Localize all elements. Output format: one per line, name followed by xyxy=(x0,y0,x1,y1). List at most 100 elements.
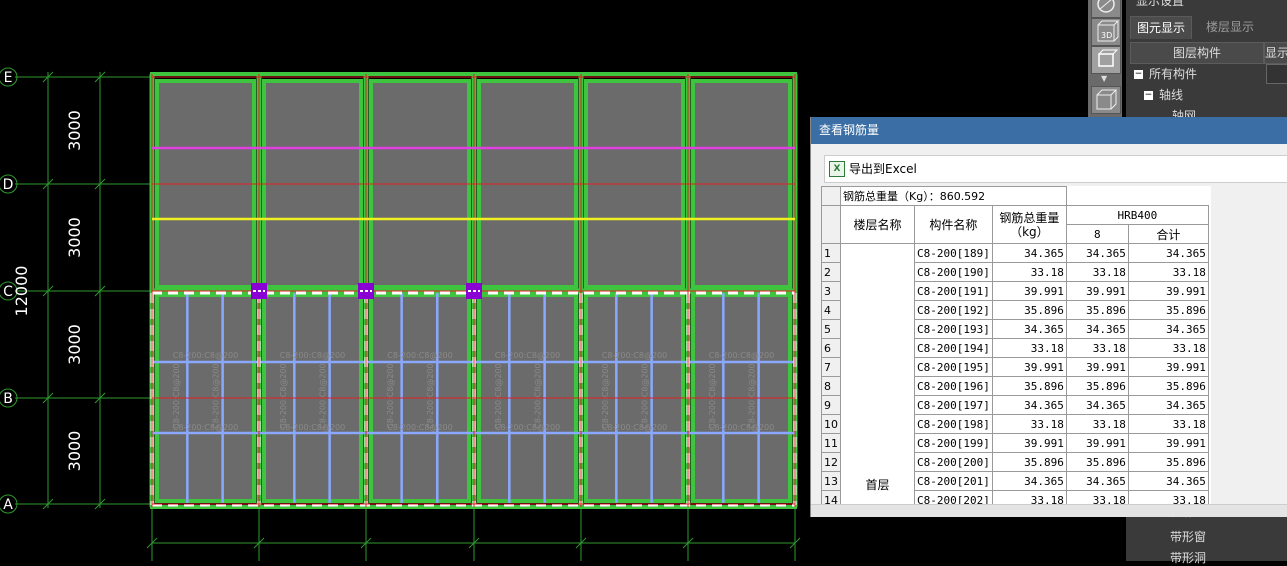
axis-label: D xyxy=(3,177,14,193)
diameter-8-cell: 34.365 xyxy=(1065,395,1129,415)
span-dimension-text: 3000 xyxy=(65,431,84,472)
span-dimension-text: 3000 xyxy=(65,110,84,151)
row-number: 10 xyxy=(821,414,841,434)
rebar-annotation: C8-200:C8@200 xyxy=(709,351,774,360)
view-iso-icon[interactable] xyxy=(1091,86,1121,114)
row-number: 2 xyxy=(821,262,841,282)
rotate-view-icon[interactable] xyxy=(1091,0,1121,18)
member-name-cell: C8-200[200] xyxy=(914,452,993,472)
total-dimension-text: 12000 xyxy=(12,266,31,317)
tree-item-all-components[interactable]: − 所有构件 xyxy=(1134,64,1197,84)
subtotal-cell: 39.991 xyxy=(1127,281,1209,301)
dialog-title[interactable]: 查看钢筋量 xyxy=(811,117,1287,144)
total-weight-cell: 33.18 xyxy=(991,338,1067,358)
tree-item-strip-opening[interactable]: 带形洞 xyxy=(1170,549,1206,566)
rebar-table-container[interactable]: 钢筋总重量（Kg）：860.592 楼层名称 构件名称 钢筋总重量（kg） HR… xyxy=(821,186,1211,504)
rebar-annotation: C8-200:C8@200 xyxy=(387,351,452,360)
rebar-annotation: C8-200:C8@200 xyxy=(494,363,503,428)
subtotal-cell: 34.365 xyxy=(1127,395,1209,415)
diameter-8-cell: 34.365 xyxy=(1065,243,1129,263)
floor-name-cell: 首层 xyxy=(840,243,915,504)
rebar-annotation: C8-200:C8@200 xyxy=(601,363,610,428)
diameter-8-cell: 33.18 xyxy=(1065,262,1129,282)
total-weight-cell: 34.365 xyxy=(991,395,1067,415)
total-weight-cell: 35.896 xyxy=(991,376,1067,396)
grade-header: HRB400 xyxy=(1065,205,1209,225)
rebar-annotation: C8-200:C8@200 xyxy=(708,363,717,428)
total-weight-cell: 35.896 xyxy=(991,452,1067,472)
subtotal-cell: 33.18 xyxy=(1127,338,1209,358)
view-3d-label: 3D xyxy=(1101,31,1113,40)
layer-component-header: 图层构件 xyxy=(1130,42,1264,64)
diameter-8-cell: 35.896 xyxy=(1065,300,1129,320)
tree-item-strip-window[interactable]: 带形窗 xyxy=(1170,528,1206,545)
member-name-cell: C8-200[199] xyxy=(914,433,993,453)
row-number: 14 xyxy=(821,490,841,504)
diameter-8-cell: 33.18 xyxy=(1065,414,1129,434)
rebar-quantity-dialog: 查看钢筋量 X 导出到Excel 钢筋总重量（Kg）：860.592 楼层名称 构… xyxy=(810,117,1287,517)
export-excel-button[interactable]: X 导出到Excel xyxy=(829,159,917,179)
member-name-header: 构件名称 xyxy=(914,205,993,244)
rebar-annotation: C8-200:C8@200 xyxy=(387,423,452,432)
row-number: 12 xyxy=(821,452,841,472)
rebar-annotation: C8-200:C8@200 xyxy=(709,423,774,432)
diameter-8-cell: 39.991 xyxy=(1065,433,1129,453)
member-name-cell: C8-200[197] xyxy=(914,395,993,415)
subtotal-cell: 35.896 xyxy=(1127,376,1209,396)
total-weight-cell: 39.991 xyxy=(991,433,1067,453)
member-name-cell: C8-200[198] xyxy=(914,414,993,434)
collapse-icon[interactable]: − xyxy=(1144,91,1153,100)
total-weight-cell: 35.896 xyxy=(991,300,1067,320)
tab-floor-display[interactable]: 楼层显示 xyxy=(1200,16,1260,38)
total-weight-cell: 34.365 xyxy=(991,471,1067,491)
span-dimension-text: 3000 xyxy=(65,217,84,258)
member-name-cell: C8-200[195] xyxy=(914,357,993,377)
subtotal-cell: 39.991 xyxy=(1127,433,1209,453)
tree-item-label: 轴线 xyxy=(1159,88,1184,102)
member-name-cell: C8-200[189] xyxy=(914,243,993,263)
rebar-annotation: C8-200:C8@200 xyxy=(602,423,667,432)
total-weight-cell: 34.365 xyxy=(991,243,1067,263)
axis-label: B xyxy=(3,391,13,407)
view-3d-icon[interactable]: 3D xyxy=(1091,18,1121,46)
view-top-icon[interactable] xyxy=(1091,46,1121,74)
total-weight-header: 钢筋总重量（kg） xyxy=(991,205,1067,244)
rebar-annotation: C8-200:C8@200 xyxy=(318,363,327,428)
subtotal-header: 合计 xyxy=(1127,224,1209,244)
total-weight-cell: 34.365 xyxy=(991,319,1067,339)
axis-label: A xyxy=(3,497,13,513)
rebar-annotation: C8-200:C8@200 xyxy=(533,363,542,428)
rebar-annotation: C8-200:C8@200 xyxy=(426,363,435,428)
panel-tabs: 图元显示 楼层显示 xyxy=(1130,16,1287,39)
tab-element-display[interactable]: 图元显示 xyxy=(1130,16,1193,39)
row-number: 1 xyxy=(821,243,841,263)
row-number: 3 xyxy=(821,281,841,301)
diameter-8-cell: 35.896 xyxy=(1065,376,1129,396)
rebar-annotation: C8-200:C8@200 xyxy=(172,363,181,428)
rebar-annotation: C8-200:C8@200 xyxy=(173,351,238,360)
diameter-8-cell: 34.365 xyxy=(1065,319,1129,339)
collapse-icon[interactable]: − xyxy=(1134,70,1143,79)
chevron-down-icon[interactable]: ▼ xyxy=(1101,74,1107,83)
subtotal-cell: 33.18 xyxy=(1127,262,1209,282)
horizontal-scrollbar[interactable] xyxy=(811,504,1287,517)
subtotal-cell: 35.896 xyxy=(1127,452,1209,472)
table-row[interactable]: 1 首层 C8-200[189] 34.365 34.365 34.365 xyxy=(821,243,1209,504)
member-name-cell: C8-200[196] xyxy=(914,376,993,396)
rebar-annotation: C8-200:C8@200 xyxy=(747,363,756,428)
row-number: 8 xyxy=(821,376,841,396)
total-weight-cell: 33.18 xyxy=(991,262,1067,282)
diameter-8-cell: 35.896 xyxy=(1065,452,1129,472)
subtotal-cell: 34.365 xyxy=(1127,471,1209,491)
subtotal-cell: 35.896 xyxy=(1127,300,1209,320)
rebar-annotation: C8-200:C8@200 xyxy=(280,351,345,360)
checkbox[interactable] xyxy=(1266,64,1287,84)
total-weight-cell: 33.18 xyxy=(991,414,1067,434)
empty-cell xyxy=(1066,186,1209,206)
rebar-annotation: C8-200:C8@200 xyxy=(495,423,560,432)
row-header xyxy=(821,205,841,244)
subtotal-cell: 34.365 xyxy=(1127,243,1209,263)
tree-item-axis[interactable]: − 轴线 xyxy=(1144,85,1183,105)
member-name-cell: C8-200[191] xyxy=(914,281,993,301)
rebar-annotation: C8-200:C8@200 xyxy=(640,363,649,428)
